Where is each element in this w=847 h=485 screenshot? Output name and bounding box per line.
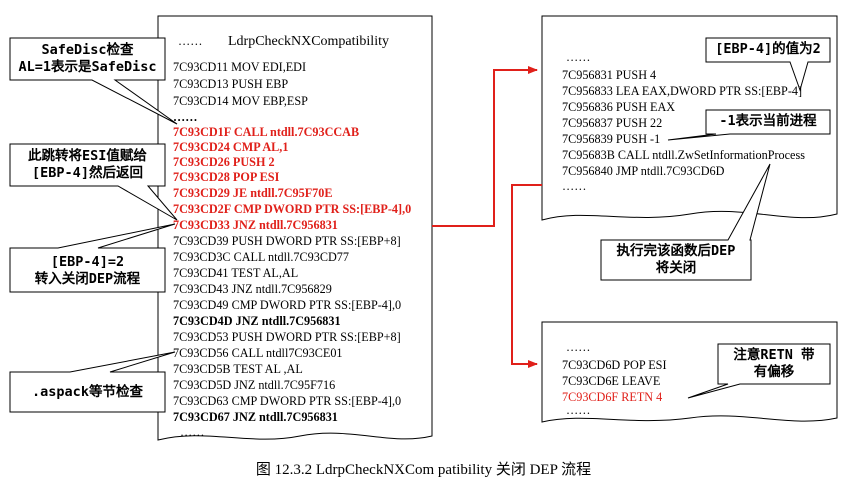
- code-line: 7C93CD5D JNZ ntdll.7C95F716: [173, 378, 336, 392]
- code-line: 7C93CD2F CMP DWORD PTR SS:[EBP-4],0: [173, 202, 412, 216]
- retn-offset-callout: 注意RETN 带 有偏移: [720, 347, 828, 381]
- code-line: 7C93CD49 CMP DWORD PTR SS:[EBP-4],0: [173, 298, 402, 312]
- jnz-to-zwsetinformationprocess-arrow: [432, 66, 538, 227]
- code-line: 7C956833 LEA EAX,DWORD PTR SS:[EBP-4]: [562, 84, 803, 98]
- code-line: 7C93CD33 JNZ ntdll.7C956831: [173, 218, 338, 232]
- code-line: ……: [566, 403, 591, 417]
- code-line: 7C93CD6D POP ESI: [562, 358, 667, 372]
- dep-closed-callout-line1: 执行完该函数后DEP: [616, 243, 736, 259]
- retn-offset-callout-line1: 注意RETN 带: [733, 347, 815, 363]
- code-line: 7C956840 JMP ntdll.7C93CD6D: [562, 164, 725, 178]
- aspack-callout-shape: [9, 351, 176, 413]
- ebp-eq-2-callout-line1: [EBP-4]=2: [50, 254, 125, 270]
- code-line: 7C93CD29 JE ntdll.7C95F70E: [173, 186, 333, 200]
- code-line: ……: [180, 425, 205, 439]
- code-line: 7C93CD4D JNZ ntdll.7C956831: [173, 314, 341, 328]
- code-line: 7C93CD67 JNZ ntdll.7C956831: [173, 410, 338, 424]
- code-line: 7C93CD5B TEST AL ,AL: [173, 362, 303, 376]
- value-is-2-callout-line1: [EBP-4]的值为2: [715, 41, 821, 57]
- code-line: 7C93CD13 PUSH EBP: [173, 77, 289, 91]
- jump-esi-callout: 此跳转将ESI值赋给 [EBP-4]然后返回: [12, 148, 163, 182]
- jmp-to-retn-arrow: [511, 184, 542, 368]
- safedisc-callout-line2: AL=1表示是SafeDisc: [18, 59, 157, 75]
- code-line: ……: [173, 110, 198, 124]
- code-line: 7C956837 PUSH 22: [562, 116, 663, 130]
- code-line: 7C93CD43 JNZ ntdll.7C956829: [173, 282, 332, 296]
- ebp-eq-2-callout: [EBP-4]=2 转入关闭DEP流程: [12, 254, 163, 288]
- code-line: ……: [566, 340, 591, 354]
- dep-closed-callout: 执行完该函数后DEP 将关闭: [603, 243, 749, 277]
- code-line: 7C93CD41 TEST AL,AL: [173, 266, 299, 280]
- code-line: 7C93CD11 MOV EDI,EDI: [173, 60, 307, 74]
- code-line: 7C93CD26 PUSH 2: [173, 155, 275, 169]
- code-line: ……: [566, 50, 591, 64]
- jump-esi-callout-line1: 此跳转将ESI值赋给: [28, 148, 147, 164]
- code-line: 7C93CD14 MOV EBP,ESP: [173, 94, 308, 108]
- code-line: 7C93CD6E LEAVE: [562, 374, 661, 388]
- code-line: 7C93CD39 PUSH DWORD PTR SS:[EBP+8]: [173, 234, 401, 248]
- code-line: 7C956836 PUSH EAX: [562, 100, 676, 114]
- value-is-2-callout: [EBP-4]的值为2: [708, 41, 828, 58]
- code-line: 7C95683B CALL ntdll.ZwSetInformationProc…: [562, 148, 805, 162]
- dep-closed-callout-line2: 将关闭: [655, 260, 697, 276]
- main-listing-top-dots: ……: [178, 34, 203, 48]
- code-line: 7C93CD28 POP ESI: [173, 170, 280, 184]
- code-line: 7C93CD24 CMP AL,1: [173, 140, 289, 154]
- aspack-callout: .aspack等节检查: [12, 384, 163, 401]
- code-line: 7C956839 PUSH -1: [562, 132, 661, 146]
- retn-offset-callout-line2: 有偏移: [753, 364, 795, 380]
- code-line: 7C93CD53 PUSH DWORD PTR SS:[EBP+8]: [173, 330, 401, 344]
- code-line: 7C93CD6F RETN 4: [562, 390, 663, 404]
- code-line: 7C93CD1F CALL ntdll.7C93CCAB: [173, 125, 360, 139]
- figure-caption: 图 12.3.2 LdrpCheckNXCom patibility 关闭 DE…: [255, 462, 592, 478]
- code-line: 7C956831 PUSH 4: [562, 68, 657, 82]
- safedisc-callout-line1: SafeDisc检查: [41, 42, 134, 58]
- code-line: 7C93CD3C CALL ntdll.7C93CD77: [173, 250, 349, 264]
- current-process-callout: -1表示当前进程: [708, 113, 828, 130]
- code-line: 7C93CD56 CALL ntdll7C93CE01: [173, 346, 343, 360]
- jump-esi-callout-line2: [EBP-4]然后返回: [32, 165, 143, 181]
- safedisc-callout: SafeDisc检查 AL=1表示是SafeDisc: [12, 42, 163, 76]
- current-process-callout-line1: -1表示当前进程: [719, 113, 817, 129]
- aspack-callout-line1: .aspack等节检查: [32, 384, 143, 400]
- code-line: 7C93CD63 CMP DWORD PTR SS:[EBP-4],0: [173, 394, 402, 408]
- code-line: ……: [562, 179, 587, 193]
- main-listing-title: LdrpCheckNXCompatibility: [228, 34, 389, 49]
- ebp-eq-2-callout-line2: 转入关闭DEP流程: [34, 271, 141, 287]
